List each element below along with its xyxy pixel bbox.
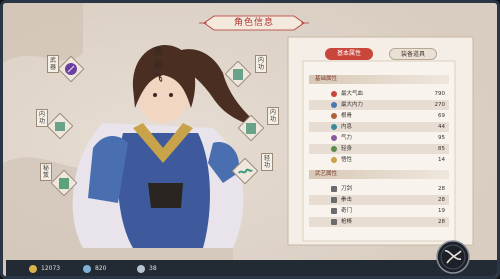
slot-inner-3[interactable]	[238, 115, 264, 141]
slot-secret-label: 秘笈	[40, 163, 52, 181]
stat-row-bone: 根骨 69	[309, 111, 449, 121]
resource-tokens: 38	[137, 263, 157, 275]
slot-weapon[interactable]	[58, 56, 84, 82]
tab-equipment-items[interactable]: 装备道具	[389, 48, 437, 60]
slot-inner-2[interactable]	[225, 61, 251, 87]
character-name: 燕南飞	[153, 48, 163, 84]
resource-coins: 12073	[29, 263, 60, 275]
strength-icon	[331, 135, 337, 141]
stat-row-breath: 内息 44	[309, 122, 449, 132]
slot-inner-3-label: 内功	[267, 107, 279, 125]
slot-inner-2-label: 内功	[255, 55, 267, 73]
slot-lightness-label: 轻功	[261, 153, 273, 171]
mana-icon	[331, 102, 337, 108]
resource-bar	[6, 260, 497, 276]
stat-row-spear: 枪棒 28	[309, 217, 449, 227]
token-icon	[137, 264, 145, 273]
fist-icon	[331, 197, 337, 203]
heart-icon	[331, 91, 337, 97]
insight-icon	[331, 157, 337, 163]
spear-icon	[331, 219, 337, 225]
slot-lightness[interactable]	[232, 158, 258, 184]
arcane-icon	[331, 208, 337, 214]
game-window: 角色信息 燕南飞 武器 内功 秘笈 内功 内功 轻 功 基本属性 装备道具 基础…	[0, 0, 500, 279]
bone-icon	[331, 113, 337, 119]
return-seal-button[interactable]	[435, 239, 471, 275]
sword-icon	[331, 186, 337, 192]
slot-weapon-label: 武器	[47, 55, 59, 73]
tab-basic-attributes[interactable]: 基本属性	[325, 48, 373, 60]
stat-row-agility: 轻身 85	[309, 144, 449, 154]
stat-row-strength: 气力 95	[309, 133, 449, 143]
coin-icon	[29, 264, 37, 273]
section-martial-header: 武艺属性	[309, 170, 449, 179]
gem-icon	[83, 264, 91, 273]
page-title: 角色信息	[233, 18, 274, 28]
stat-row-sword: 刀剑 28	[309, 184, 449, 194]
stat-row-arcane: 奇门 19	[309, 206, 449, 216]
stat-row-max-hp: 最大气血 790	[309, 89, 449, 99]
stat-row-fist: 拳击 28	[309, 195, 449, 205]
section-basic-header: 基础属性	[309, 75, 449, 84]
stat-row-max-mp: 最大内力 270	[309, 100, 449, 110]
stat-row-insight: 悟性 14	[309, 155, 449, 165]
resource-gems: 820	[83, 263, 106, 275]
agility-icon	[331, 146, 337, 152]
slot-secret[interactable]	[51, 170, 77, 196]
breath-icon	[331, 124, 337, 130]
slot-inner-1-label: 内功	[36, 109, 48, 127]
slot-inner-1[interactable]	[47, 113, 73, 139]
